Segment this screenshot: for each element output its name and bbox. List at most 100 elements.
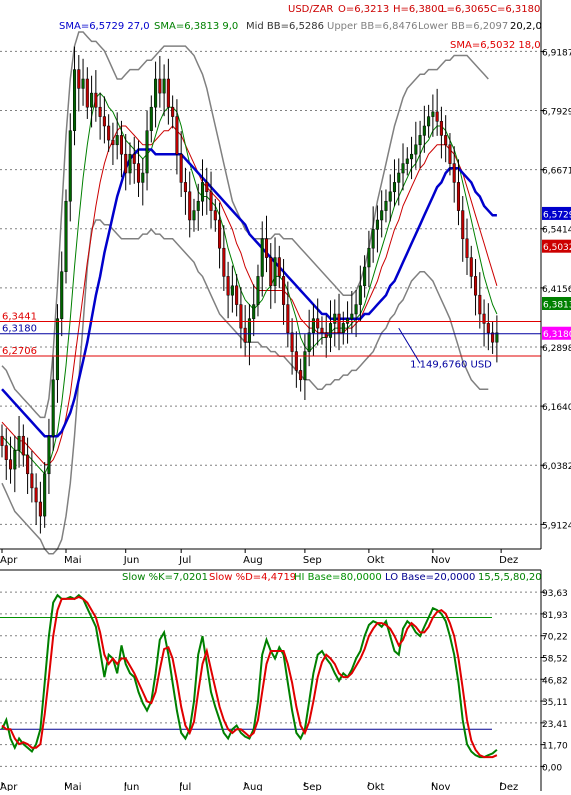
candle-down — [474, 276, 478, 296]
price-tag-text: 6,3180 — [543, 330, 571, 340]
stoch-x-label: Dez — [499, 782, 518, 791]
candle-up — [13, 450, 17, 470]
candle-down — [85, 78, 89, 108]
candle-up — [414, 144, 418, 155]
candle-up — [273, 257, 277, 287]
candle-up — [68, 130, 72, 202]
candle-up — [43, 473, 47, 517]
candle-down — [34, 487, 38, 503]
price-tick-label: 6,4156 — [542, 285, 571, 295]
candle-down — [213, 210, 217, 221]
candle-up — [230, 285, 234, 296]
candle-down — [337, 313, 341, 334]
price-x-label: Sep — [303, 555, 322, 566]
candle-up — [47, 435, 51, 475]
stoch-x-label: Nov — [431, 782, 451, 791]
candle-up — [363, 266, 367, 287]
stoch-tick-label: 70,22 — [542, 633, 568, 643]
candle-down — [119, 135, 123, 155]
candle-up — [418, 135, 422, 146]
candle-down — [171, 106, 175, 117]
candle-down — [166, 78, 170, 108]
candle-up — [51, 379, 55, 437]
candle-down — [183, 182, 187, 193]
bb-params-legend: 20,2,0 — [510, 21, 542, 32]
stoch-tick-label: 58,52 — [542, 654, 568, 664]
candle-up — [192, 210, 196, 221]
candle-down — [136, 163, 141, 183]
price-tag-text: 6,3813 — [543, 300, 571, 310]
price-x-label: Dez — [499, 555, 518, 566]
candle-down — [448, 144, 452, 164]
candle-up — [256, 276, 260, 305]
candle-down — [218, 219, 222, 249]
ohlc-low: L=6,3065 — [441, 4, 490, 15]
candle-up — [162, 78, 166, 94]
candle-up — [388, 191, 392, 202]
candle-down — [239, 304, 243, 329]
candle-down — [21, 435, 25, 456]
ohlc-open: O=6,3213 — [338, 4, 389, 15]
mid-bb-legend: Mid BB=6,5286 — [246, 21, 324, 32]
candle-up — [392, 182, 397, 193]
candle-down — [38, 501, 42, 517]
candle-up — [431, 111, 435, 117]
price-x-label: Nov — [431, 555, 451, 566]
candle-down — [243, 327, 247, 343]
candle-down — [269, 257, 273, 287]
stoch-tick-label: 81,93 — [542, 611, 568, 621]
stoch-tick-label: 35,11 — [542, 698, 568, 708]
candle-down — [0, 435, 4, 446]
ohlc-symbol: USD/ZAR — [288, 4, 333, 15]
sma-fast-legend: SMA=6,3813 9,0 — [154, 21, 238, 32]
price-tick-label: 6,2898 — [542, 344, 571, 354]
horizontal-line-label: 6,2706 — [2, 346, 37, 357]
candle-down — [435, 111, 439, 122]
candle-down — [478, 294, 482, 315]
candle-down — [277, 257, 281, 277]
price-tick-label: 5,9124 — [542, 521, 571, 531]
candle-down — [158, 78, 162, 94]
candle-down — [98, 106, 102, 117]
candle-down — [286, 304, 290, 334]
candle-up — [375, 219, 379, 230]
candle-up — [307, 332, 311, 352]
candle-down — [179, 153, 183, 183]
candle-up — [149, 106, 153, 131]
candle-up — [196, 200, 200, 211]
candle-down — [102, 116, 106, 127]
candle-down — [111, 139, 115, 146]
candle-up — [341, 323, 345, 334]
stoch-x-label: Sep — [303, 782, 322, 791]
stoch-tick-label: 23,41 — [542, 720, 568, 730]
candle-down — [452, 163, 456, 183]
candle-up — [247, 318, 251, 343]
stoch-x-label: Mai — [64, 782, 82, 791]
candle-up — [260, 238, 264, 277]
stoch-x-label: Aug — [243, 782, 263, 791]
candle-up — [128, 153, 132, 174]
price-x-label: Jun — [123, 555, 140, 566]
candle-up — [141, 172, 145, 183]
candle-down — [235, 285, 239, 305]
stoch-tick-label: 0,00 — [542, 763, 562, 773]
candle-up — [333, 313, 337, 324]
candle-down — [222, 247, 226, 277]
price-tag-text: 6,5729 — [543, 210, 571, 220]
candle-down — [316, 318, 320, 329]
price-x-label: Mai — [64, 555, 82, 566]
sma-mid-legend: SMA=6,5032 18,0 — [450, 40, 541, 51]
candle-down — [175, 116, 179, 155]
slow-d-legend: Slow %D=4,4719 — [209, 572, 296, 583]
candle-down — [188, 191, 192, 221]
stochastic-legend: Slow %K=7,0201 Slow %D=4,4719 HI Base=80… — [122, 572, 542, 583]
candle-down — [482, 313, 486, 324]
candle-up — [200, 182, 205, 202]
candle-down — [320, 327, 324, 334]
candle-down — [465, 238, 469, 258]
price-tick-label: 6,6671 — [542, 167, 571, 177]
candle-up — [410, 153, 414, 160]
candle-up — [81, 78, 85, 89]
candle-up — [384, 200, 388, 211]
candle-down — [282, 276, 286, 305]
